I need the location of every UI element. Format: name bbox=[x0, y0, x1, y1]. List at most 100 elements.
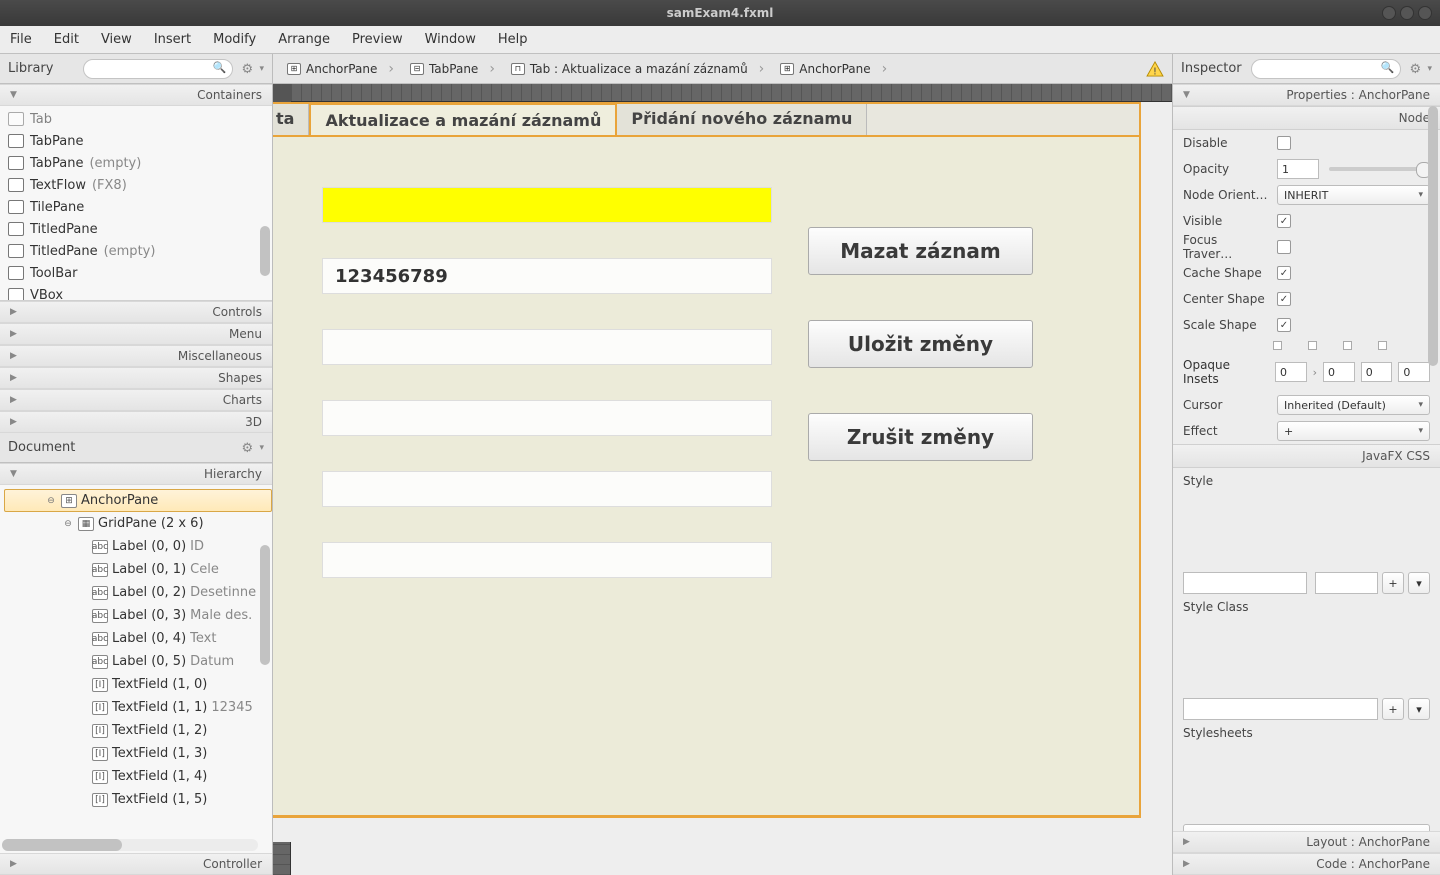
inset-input[interactable]: 0 bbox=[1275, 362, 1307, 382]
inspector-properties-header[interactable]: ▼ Properties : AnchorPane bbox=[1173, 84, 1440, 106]
fxml-tab-body[interactable]: 123456789 Mazat záznam Uložit změny Zruš… bbox=[273, 136, 1141, 816]
fxml-delete-button[interactable]: Mazat záznam bbox=[808, 227, 1033, 275]
fxml-tab[interactable]: ta bbox=[273, 103, 309, 135]
design-canvas[interactable]: ta Aktualizace a mazání záznamů Přidání … bbox=[273, 84, 1172, 875]
fxml-textfield-id[interactable] bbox=[322, 187, 772, 223]
styleclass-input[interactable] bbox=[1183, 698, 1378, 720]
style-menu-button[interactable]: ▾ bbox=[1408, 572, 1430, 594]
collapse-icon[interactable]: ⊖ bbox=[62, 519, 74, 529]
fxml-tab[interactable]: Přidání nového záznamu bbox=[617, 103, 867, 135]
cacheshape-checkbox[interactable]: ✓ bbox=[1277, 266, 1291, 280]
menu-modify[interactable]: Modify bbox=[213, 32, 256, 47]
menu-file[interactable]: File bbox=[10, 32, 32, 47]
document-section-controller[interactable]: ▶Controller bbox=[0, 853, 272, 875]
library-item[interactable]: TitledPane (empty) bbox=[0, 240, 272, 262]
fxml-textfield-maledes[interactable] bbox=[322, 400, 772, 436]
breadcrumb-item[interactable]: ⊓Tab : Aktualizace a mazání záznamů bbox=[505, 59, 770, 79]
design-surface[interactable]: ta Aktualizace a mazání záznamů Přidání … bbox=[291, 102, 1172, 875]
inspector-search-input[interactable] bbox=[1251, 59, 1401, 79]
hierarchy-scrollbar[interactable] bbox=[260, 485, 270, 833]
inspector-code-header[interactable]: ▶Code : AnchorPane bbox=[1173, 853, 1440, 875]
link-check[interactable] bbox=[1378, 341, 1387, 350]
inset-input[interactable]: 0 bbox=[1361, 362, 1393, 382]
tree-node-label[interactable]: abcLabel (0, 3) Male des. bbox=[4, 604, 272, 627]
library-item[interactable]: TilePane bbox=[0, 196, 272, 218]
breadcrumb-item[interactable]: ⊞AnchorPane bbox=[281, 59, 400, 79]
link-check[interactable] bbox=[1273, 341, 1282, 350]
tree-node-textfield[interactable]: [I]TextField (1, 4) bbox=[4, 765, 272, 788]
library-item[interactable]: VBox bbox=[0, 284, 272, 301]
document-section-hierarchy[interactable]: ▼Hierarchy bbox=[0, 463, 272, 485]
link-check[interactable] bbox=[1308, 341, 1317, 350]
menu-arrange[interactable]: Arrange bbox=[278, 32, 330, 47]
library-section-3d[interactable]: ▶3D bbox=[0, 411, 272, 433]
menu-edit[interactable]: Edit bbox=[54, 32, 79, 47]
styleclass-menu-button[interactable]: ▾ bbox=[1408, 698, 1430, 720]
fxml-save-button[interactable]: Uložit změny bbox=[808, 320, 1033, 368]
menu-preview[interactable]: Preview bbox=[352, 32, 403, 47]
tree-node-label[interactable]: abcLabel (0, 0) ID bbox=[4, 535, 272, 558]
fxml-textfield-text[interactable] bbox=[322, 471, 772, 507]
inspector-layout-header[interactable]: ▶Layout : AnchorPane bbox=[1173, 831, 1440, 853]
cursor-dropdown[interactable]: Inherited (Default) bbox=[1277, 395, 1430, 415]
hierarchy-hscrollbar[interactable] bbox=[2, 839, 258, 851]
warning-icon[interactable]: ! bbox=[1146, 61, 1164, 77]
style-add-button[interactable]: + bbox=[1382, 572, 1404, 594]
gear-icon[interactable]: ⚙ bbox=[1409, 62, 1423, 76]
fxml-textfield-cele[interactable]: 123456789 bbox=[322, 258, 772, 294]
fxml-tab-active[interactable]: Aktualizace a mazání záznamů bbox=[309, 103, 617, 135]
library-section-misc[interactable]: ▶Miscellaneous bbox=[0, 345, 272, 367]
tree-node-textfield[interactable]: [I]TextField (1, 3) bbox=[4, 742, 272, 765]
inspector-scrollbar[interactable] bbox=[1428, 106, 1438, 831]
tree-node-label[interactable]: abcLabel (0, 2) Desetinne bbox=[4, 581, 272, 604]
library-item[interactable]: TabPane (empty) bbox=[0, 152, 272, 174]
tree-node-label[interactable]: abcLabel (0, 1) Cele bbox=[4, 558, 272, 581]
focus-checkbox[interactable] bbox=[1277, 240, 1291, 254]
inset-input[interactable]: 0 bbox=[1323, 362, 1355, 382]
tree-node-anchorpane[interactable]: ⊖ ⊞ AnchorPane bbox=[4, 489, 272, 512]
library-item[interactable]: TitledPane bbox=[0, 218, 272, 240]
library-section-menu[interactable]: ▶Menu bbox=[0, 323, 272, 345]
library-section-charts[interactable]: ▶Charts bbox=[0, 389, 272, 411]
style-value-input[interactable] bbox=[1315, 572, 1378, 594]
menu-insert[interactable]: Insert bbox=[154, 32, 191, 47]
chevron-down-icon[interactable]: ▾ bbox=[259, 443, 264, 453]
inset-input[interactable]: 0 bbox=[1398, 362, 1430, 382]
visible-checkbox[interactable]: ✓ bbox=[1277, 214, 1291, 228]
library-scrollbar[interactable] bbox=[260, 106, 270, 300]
effect-dropdown[interactable]: + bbox=[1277, 421, 1430, 441]
tree-node-label[interactable]: abcLabel (0, 5) Datum bbox=[4, 650, 272, 673]
menu-view[interactable]: View bbox=[101, 32, 132, 47]
tree-node-textfield[interactable]: [I]TextField (1, 5) bbox=[4, 788, 272, 811]
styleclass-add-button[interactable]: + bbox=[1382, 698, 1404, 720]
window-min-icon[interactable] bbox=[1382, 6, 1396, 20]
menu-help[interactable]: Help bbox=[498, 32, 528, 47]
library-item[interactable]: TextFlow (FX8) bbox=[0, 174, 272, 196]
tree-node-textfield[interactable]: [I]TextField (1, 0) bbox=[4, 673, 272, 696]
gear-icon[interactable]: ⚙ bbox=[241, 441, 255, 455]
library-section-shapes[interactable]: ▶Shapes bbox=[0, 367, 272, 389]
breadcrumb-item[interactable]: ⊞AnchorPane bbox=[774, 59, 893, 79]
centershape-checkbox[interactable]: ✓ bbox=[1277, 292, 1291, 306]
stylesheets-add-button[interactable]: + bbox=[1183, 824, 1430, 831]
tree-node-textfield[interactable]: [I]TextField (1, 1) 12345 bbox=[4, 696, 272, 719]
fxml-textfield-desetinne[interactable] bbox=[322, 329, 772, 365]
tree-node-label[interactable]: abcLabel (0, 4) Text bbox=[4, 627, 272, 650]
link-check[interactable] bbox=[1343, 341, 1352, 350]
disable-checkbox[interactable] bbox=[1277, 136, 1291, 150]
opacity-input[interactable]: 1 bbox=[1277, 159, 1319, 179]
fxml-cancel-button[interactable]: Zrušit změny bbox=[808, 413, 1033, 461]
fxml-anchorpane[interactable]: ta Aktualizace a mazání záznamů Přidání … bbox=[273, 102, 1141, 842]
fxml-textfield-datum[interactable] bbox=[322, 542, 772, 578]
scaleshape-checkbox[interactable]: ✓ bbox=[1277, 318, 1291, 332]
chevron-down-icon[interactable]: ▾ bbox=[1427, 64, 1432, 74]
window-max-icon[interactable] bbox=[1400, 6, 1414, 20]
library-item[interactable]: ToolBar bbox=[0, 262, 272, 284]
style-name-input[interactable] bbox=[1183, 572, 1307, 594]
breadcrumb-item[interactable]: ⊟TabPane bbox=[404, 59, 501, 79]
library-section-containers[interactable]: ▼ Containers bbox=[0, 84, 272, 106]
gear-icon[interactable]: ⚙ bbox=[241, 62, 255, 76]
library-item[interactable]: Tab bbox=[0, 108, 272, 130]
menu-window[interactable]: Window bbox=[425, 32, 476, 47]
window-close-icon[interactable] bbox=[1418, 6, 1432, 20]
